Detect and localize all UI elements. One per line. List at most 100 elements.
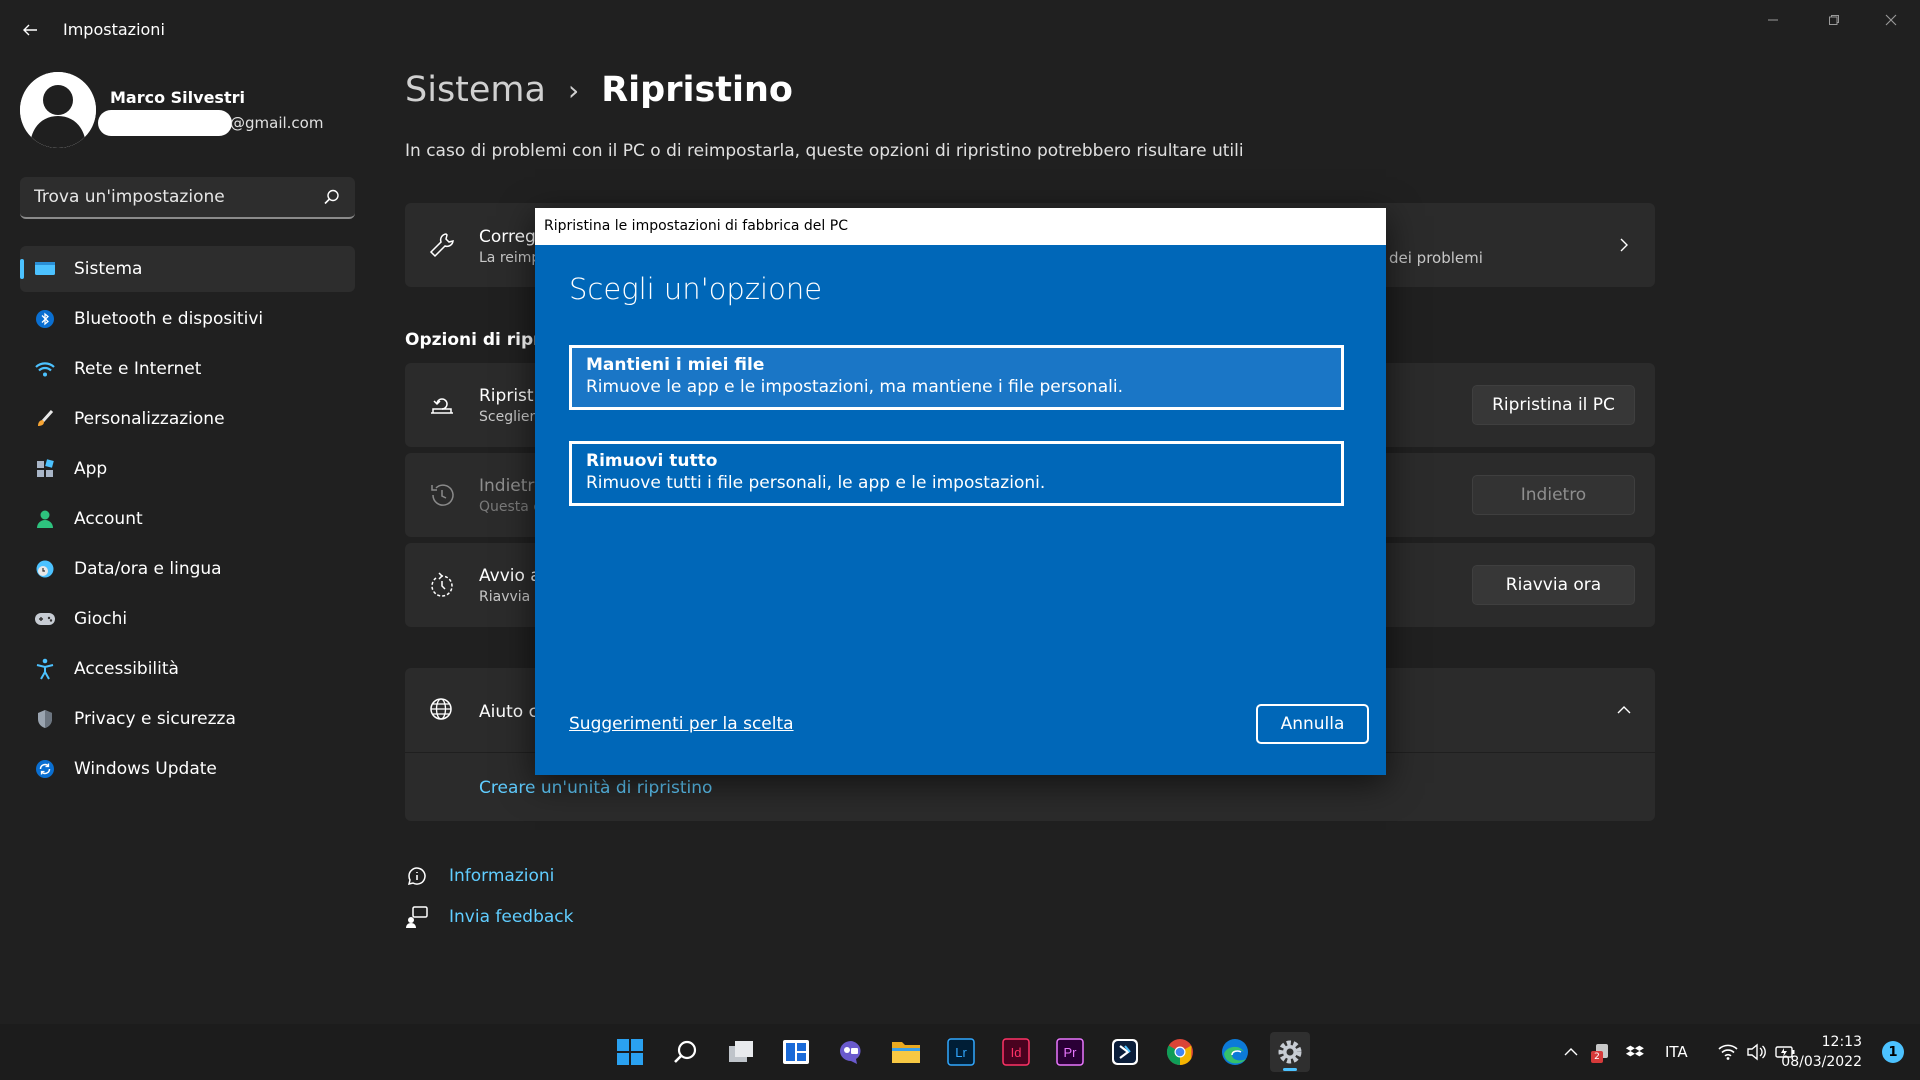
volume-icon[interactable] bbox=[1746, 1043, 1766, 1061]
info-link[interactable]: Informazioni bbox=[449, 866, 554, 886]
indesign-icon[interactable]: Id bbox=[996, 1032, 1036, 1072]
go-back-button: Indietro bbox=[1472, 475, 1635, 515]
clock[interactable]: 12:13 08/03/2022 bbox=[1781, 1032, 1862, 1072]
wrench-icon bbox=[427, 230, 457, 260]
sidebar-item-label: Account bbox=[74, 509, 143, 529]
sidebar-item-accessibilita[interactable]: Accessibilità bbox=[20, 646, 355, 692]
update-icon bbox=[34, 758, 56, 780]
widgets-icon[interactable] bbox=[776, 1032, 816, 1072]
close-button[interactable] bbox=[1868, 6, 1914, 34]
chrome-icon[interactable] bbox=[1160, 1032, 1200, 1072]
sidebar-item-account[interactable]: Account bbox=[20, 496, 355, 542]
card-subtitle: Sceglier bbox=[479, 409, 536, 425]
premiere-icon[interactable]: Pr bbox=[1050, 1032, 1090, 1072]
card-title: Avvio a bbox=[479, 566, 541, 586]
avatar[interactable] bbox=[20, 72, 96, 148]
reset-pc-button[interactable]: Ripristina il PC bbox=[1472, 385, 1635, 425]
email-domain: @gmail.com bbox=[230, 114, 324, 132]
feedback-icon bbox=[406, 906, 428, 928]
start-icon[interactable] bbox=[610, 1032, 650, 1072]
sidebar-item-label: Sistema bbox=[74, 259, 143, 279]
info-link-row[interactable]: Informazioni bbox=[405, 864, 554, 888]
card-subtitle: Questa o bbox=[479, 499, 542, 515]
shield-icon bbox=[34, 708, 56, 730]
dialog-heading: Scegli un'opzione bbox=[569, 272, 823, 306]
chevron-right-icon bbox=[1620, 238, 1628, 252]
system-icon bbox=[34, 258, 56, 280]
sidebar-item-bluetooth[interactable]: Bluetooth e dispositivi bbox=[20, 296, 355, 342]
sidebar-nav: Sistema Bluetooth e dispositivi Rete e I… bbox=[20, 246, 355, 796]
reset-pc-dialog: Ripristina le impostazioni di fabbrica d… bbox=[535, 208, 1386, 775]
user-name: Marco Silvestri bbox=[110, 88, 245, 107]
chevron-up-icon[interactable] bbox=[1563, 1044, 1579, 1060]
language-indicator[interactable]: ITA bbox=[1665, 1043, 1688, 1061]
chevron-right-icon: › bbox=[567, 73, 580, 107]
page-description: In caso di problemi con il PC o di reimp… bbox=[405, 141, 1244, 161]
reset-icon bbox=[427, 390, 457, 420]
recovery-drive-link[interactable]: Creare un'unità di ripristino bbox=[479, 778, 712, 798]
accessibility-icon bbox=[34, 658, 56, 680]
sidebar-item-data-ora[interactable]: Data/ora e lingua bbox=[20, 546, 355, 592]
chevron-up-icon[interactable] bbox=[1615, 701, 1633, 719]
brush-icon bbox=[34, 408, 56, 430]
card-subtitle-tail: dei problemi bbox=[1389, 249, 1483, 267]
remove-everything-option[interactable]: Rimuovi tutto Rimuove tutti i file perso… bbox=[569, 441, 1344, 506]
sidebar-item-label: Windows Update bbox=[74, 759, 217, 779]
cancel-button[interactable]: Annulla bbox=[1256, 704, 1369, 744]
feedback-link[interactable]: Invia feedback bbox=[449, 907, 574, 927]
restore-button[interactable] bbox=[1811, 6, 1857, 34]
minimize-button[interactable] bbox=[1750, 6, 1796, 34]
dropbox-icon[interactable] bbox=[1625, 1042, 1645, 1062]
sidebar-item-rete[interactable]: Rete e Internet bbox=[20, 346, 355, 392]
file-explorer-icon[interactable] bbox=[886, 1032, 926, 1072]
date: 08/03/2022 bbox=[1781, 1054, 1862, 1070]
task-view-icon[interactable] bbox=[721, 1032, 761, 1072]
account-icon bbox=[34, 508, 56, 530]
sidebar-item-app[interactable]: App bbox=[20, 446, 355, 492]
sidebar-item-label: Giochi bbox=[74, 609, 128, 629]
sidebar-item-windows-update[interactable]: Windows Update bbox=[20, 746, 355, 792]
dialog-title: Ripristina le impostazioni di fabbrica d… bbox=[535, 208, 1386, 245]
chat-icon[interactable] bbox=[831, 1032, 871, 1072]
app-icon[interactable] bbox=[1105, 1032, 1145, 1072]
card-title: Ripristi bbox=[479, 386, 539, 406]
email-redaction bbox=[98, 110, 232, 136]
back-button[interactable] bbox=[14, 14, 46, 46]
keep-files-option[interactable]: Mantieni i miei file Rimuove le app e le… bbox=[569, 345, 1344, 410]
option-description: Rimuove le app e le impostazioni, ma man… bbox=[586, 377, 1123, 397]
notification-badge[interactable]: 1 bbox=[1882, 1041, 1904, 1063]
option-title: Mantieni i miei file bbox=[586, 355, 765, 375]
breadcrumb-parent[interactable]: Sistema bbox=[405, 70, 546, 110]
breadcrumb: Sistema › Ripristino bbox=[405, 70, 793, 110]
card-subtitle: Riavvia i bbox=[479, 589, 539, 605]
search-input[interactable] bbox=[20, 177, 310, 217]
time-language-icon bbox=[34, 558, 56, 580]
lightroom-icon[interactable]: Lr bbox=[941, 1032, 981, 1072]
option-description: Rimuove tutti i file personali, le app e… bbox=[586, 473, 1046, 493]
card-title: Aiuto c bbox=[479, 702, 538, 722]
system-tray: 2 ITA bbox=[1563, 1024, 1796, 1080]
arrow-left-icon bbox=[23, 24, 37, 36]
sidebar-item-personalizzazione[interactable]: Personalizzazione bbox=[20, 396, 355, 442]
wifi-icon bbox=[34, 358, 56, 380]
option-title: Rimuovi tutto bbox=[586, 451, 718, 471]
bluetooth-icon bbox=[34, 308, 56, 330]
tray-badge: 2 bbox=[1591, 1051, 1603, 1063]
edge-icon[interactable] bbox=[1215, 1032, 1255, 1072]
tray-app-icon[interactable]: 2 bbox=[1591, 1042, 1613, 1063]
sidebar-item-sistema[interactable]: Sistema bbox=[20, 246, 355, 292]
search-icon[interactable] bbox=[666, 1032, 706, 1072]
sidebar-item-label: Bluetooth e dispositivi bbox=[74, 309, 264, 329]
restart-now-button[interactable]: Riavvia ora bbox=[1472, 565, 1635, 605]
search-box[interactable] bbox=[20, 177, 355, 219]
card-subtitle: La reimp bbox=[479, 250, 541, 266]
search-icon[interactable] bbox=[323, 188, 341, 206]
restore-icon bbox=[1829, 15, 1839, 25]
wifi-icon[interactable] bbox=[1718, 1043, 1738, 1061]
sidebar-item-privacy[interactable]: Privacy e sicurezza bbox=[20, 696, 355, 742]
time: 12:13 bbox=[1821, 1034, 1862, 1050]
sidebar-item-giochi[interactable]: Giochi bbox=[20, 596, 355, 642]
choice-help-link[interactable]: Suggerimenti per la scelta bbox=[569, 714, 794, 734]
settings-icon[interactable] bbox=[1270, 1032, 1310, 1072]
feedback-link-row[interactable]: Invia feedback bbox=[405, 905, 574, 929]
